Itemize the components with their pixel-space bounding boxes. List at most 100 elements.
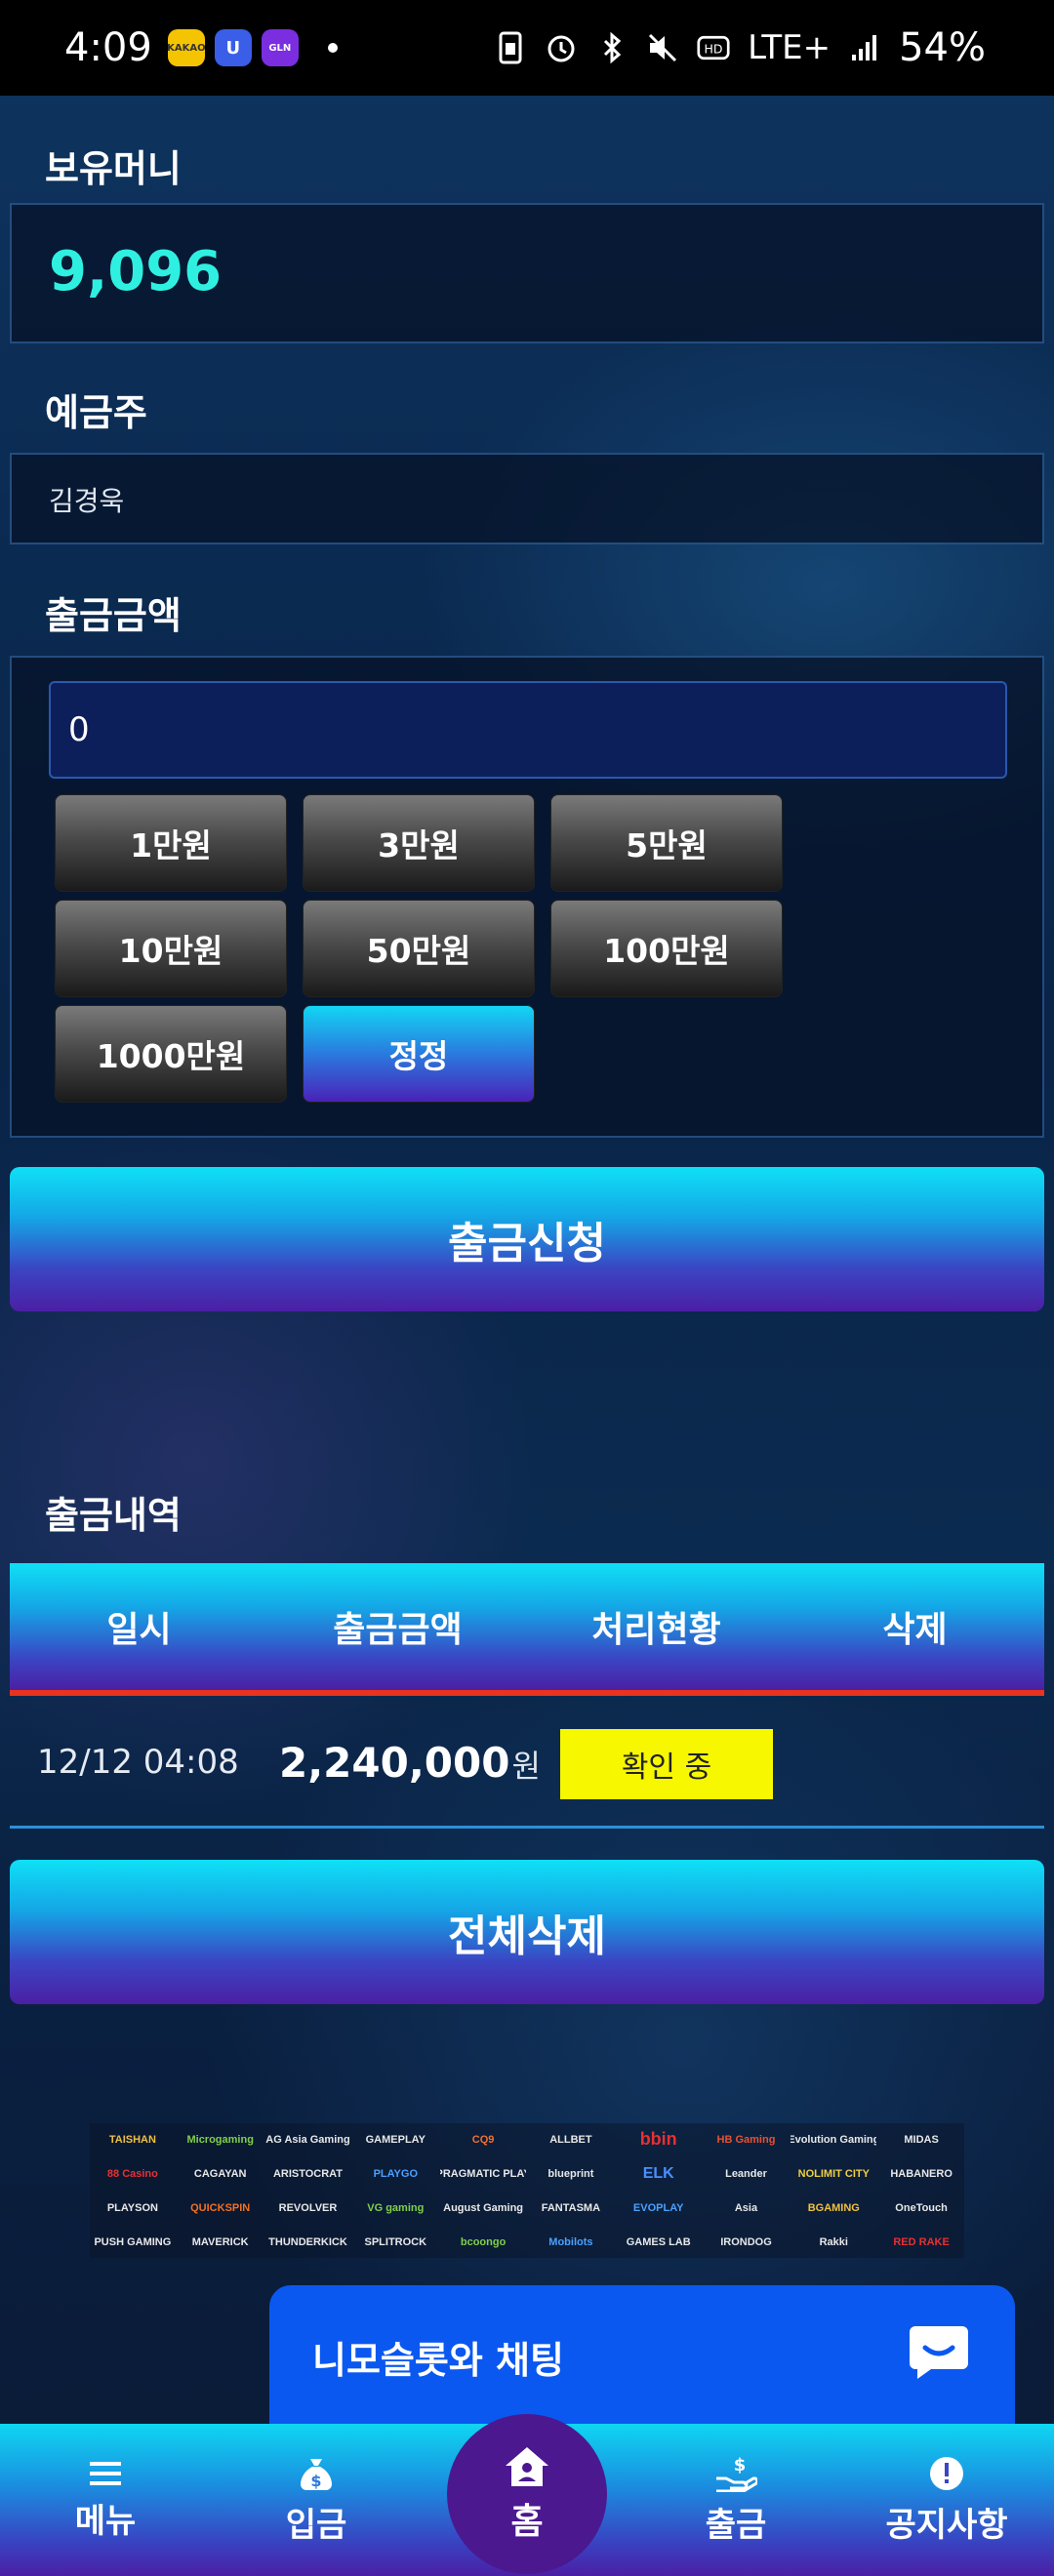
nav-withdraw[interactable]: $ 출금 bbox=[677, 2424, 794, 2576]
nav-menu[interactable]: 메뉴 bbox=[47, 2424, 164, 2576]
notification-dot-icon bbox=[327, 43, 338, 53]
provider-logo: CAGAYAN bbox=[193, 2167, 247, 2180]
chip-50k-button[interactable]: 5만원 bbox=[550, 794, 783, 892]
gln-app-icon: GLN bbox=[261, 29, 299, 66]
status-indicators: HD LTE+ 54% bbox=[494, 25, 986, 70]
svg-text:HD: HD bbox=[705, 41, 723, 56]
provider-logo: PLAYSON bbox=[106, 2201, 158, 2214]
provider-logo: AG Asia Gaming bbox=[265, 2133, 350, 2146]
nav-deposit-label: 입금 bbox=[285, 2505, 347, 2545]
battery-level: 54% bbox=[899, 25, 986, 70]
provider-logo: Asia bbox=[734, 2201, 758, 2214]
column-amount: 출금금액 bbox=[333, 1610, 463, 1650]
provider-logo: FANTASMA bbox=[541, 2201, 601, 2214]
table-row: 12/12 04:08 2,240,000원 확인 중 bbox=[10, 1696, 1044, 1829]
history-table-header: 일시 출금금액 처리현황 삭제 bbox=[10, 1563, 1044, 1696]
status-badge: 확인 중 bbox=[560, 1729, 773, 1799]
provider-logo: GAMES LAB bbox=[626, 2235, 691, 2248]
alarm-icon bbox=[545, 31, 578, 64]
alert-icon bbox=[930, 2456, 963, 2490]
delete-all-button[interactable]: 전체삭제 bbox=[10, 1860, 1044, 2004]
svg-text:$: $ bbox=[310, 2472, 321, 2490]
chat-label: 니모슬롯와 채팅 bbox=[312, 2339, 564, 2382]
nav-withdraw-label: 출금 bbox=[705, 2505, 767, 2545]
provider-logo: ARISTOCRAT bbox=[272, 2167, 344, 2180]
chat-bubble-icon bbox=[910, 2326, 968, 2379]
provider-logo-grid: TAISHAN Microgaming AG Asia Gaming GAMEP… bbox=[90, 2123, 964, 2258]
provider-logo: blueprint bbox=[547, 2167, 594, 2180]
provider-logo: IRONDOG bbox=[720, 2235, 772, 2248]
column-date: 일시 bbox=[106, 1610, 172, 1650]
provider-logo: TAISHAN bbox=[108, 2133, 156, 2146]
chip-10m-button[interactable]: 1000만원 bbox=[55, 1005, 287, 1103]
provider-logo: Mobilots bbox=[548, 2235, 593, 2248]
nav-home[interactable]: 홈 bbox=[447, 2414, 607, 2574]
withdraw-amount-label: 출금금액 bbox=[45, 594, 182, 637]
bluetooth-icon bbox=[595, 31, 628, 64]
provider-logo: GAMEPLAY bbox=[365, 2133, 426, 2146]
row-amount-unit: 원 bbox=[511, 1748, 541, 1785]
menu-icon bbox=[90, 2461, 121, 2485]
provider-logo: MIDAS bbox=[904, 2133, 939, 2146]
chip-30k-button[interactable]: 3만원 bbox=[303, 794, 535, 892]
provider-logo: 88 Casino bbox=[106, 2167, 158, 2180]
svg-text:$: $ bbox=[734, 2455, 747, 2475]
chip-10k-button[interactable]: 1만원 bbox=[55, 794, 287, 892]
column-delete: 삭제 bbox=[882, 1610, 948, 1650]
provider-logo: PLAYGO bbox=[373, 2167, 419, 2180]
reset-amount-button[interactable]: 정정 bbox=[303, 1005, 535, 1103]
row-date: 12/12 04:08 bbox=[37, 1743, 239, 1782]
provider-logo: Evolution Gaming bbox=[790, 2133, 877, 2146]
balance-panel: 9,096 bbox=[10, 203, 1044, 343]
provider-logo: August Gaming bbox=[443, 2201, 524, 2214]
chat-widget[interactable]: 니모슬롯와 채팅 bbox=[269, 2285, 1015, 2432]
provider-logo: Leander bbox=[725, 2167, 767, 2180]
provider-logo: BGAMING bbox=[807, 2201, 860, 2214]
balance-value: 9,096 bbox=[49, 240, 223, 303]
provider-logo: NOLIMIT CITY bbox=[797, 2167, 870, 2180]
nav-home-label: 홈 bbox=[510, 2502, 544, 2542]
provider-logo: bcoongo bbox=[460, 2235, 507, 2248]
provider-logo: EVOPLAY bbox=[632, 2201, 684, 2214]
provider-logo: THUNDERKICK bbox=[268, 2235, 347, 2248]
withdraw-amount-panel: 1만원 3만원 5만원 10만원 50만원 100만원 1000만원 정정 bbox=[10, 656, 1044, 1138]
hand-money-icon: $ bbox=[716, 2455, 757, 2492]
provider-logo: ALLBET bbox=[549, 2133, 592, 2146]
mute-icon bbox=[646, 31, 679, 64]
chip-100k-button[interactable]: 10만원 bbox=[55, 900, 287, 997]
hd-icon: HD bbox=[697, 31, 730, 64]
provider-logo: ELK bbox=[642, 2164, 674, 2182]
signal-icon bbox=[848, 31, 881, 64]
provider-logo: PRAGMATIC PLAY bbox=[440, 2167, 526, 2180]
depositor-name: 김경욱 bbox=[49, 485, 125, 517]
provider-logo: Rakki bbox=[819, 2235, 848, 2248]
provider-logo: HB Gaming bbox=[716, 2133, 776, 2146]
depositor-label: 예금주 bbox=[45, 391, 147, 434]
withdraw-amount-input[interactable] bbox=[49, 681, 1007, 779]
balance-label: 보유머니 bbox=[45, 147, 182, 190]
provider-logo: RED RAKE bbox=[893, 2235, 950, 2248]
provider-logo: VG gaming bbox=[367, 2201, 425, 2214]
history-title: 출금내역 bbox=[45, 1494, 182, 1537]
depositor-panel: 김경욱 bbox=[10, 453, 1044, 544]
network-type: LTE+ bbox=[748, 28, 831, 67]
status-bar: 4:09 KAKAO U GLN HD LTE+ 54% bbox=[0, 0, 1054, 96]
withdraw-submit-button[interactable]: 출금신청 bbox=[10, 1167, 1044, 1311]
provider-logo: MAVERICK bbox=[191, 2235, 249, 2248]
row-amount: 2,240,000원 bbox=[279, 1739, 541, 1787]
chip-500k-button[interactable]: 50만원 bbox=[303, 900, 535, 997]
chip-1m-button[interactable]: 100만원 bbox=[550, 900, 783, 997]
nav-notice-label: 공지사항 bbox=[885, 2505, 1008, 2545]
provider-logo: HABANERO bbox=[890, 2167, 953, 2180]
nav-deposit[interactable]: $ 입금 bbox=[258, 2424, 375, 2576]
provider-logo: Microgaming bbox=[186, 2133, 254, 2146]
kakao-app-icon: KAKAO bbox=[167, 29, 206, 66]
provider-logo: SPLITROCK bbox=[364, 2235, 427, 2248]
money-bag-icon: $ bbox=[301, 2458, 332, 2490]
nav-notice[interactable]: 공지사항 bbox=[869, 2424, 1025, 2576]
provider-logo: CQ9 bbox=[471, 2133, 495, 2146]
status-time: 4:09 bbox=[64, 25, 152, 70]
recycle-icon bbox=[494, 31, 527, 64]
provider-logo: OneTouch bbox=[895, 2201, 948, 2214]
column-status: 처리현황 bbox=[591, 1610, 721, 1650]
